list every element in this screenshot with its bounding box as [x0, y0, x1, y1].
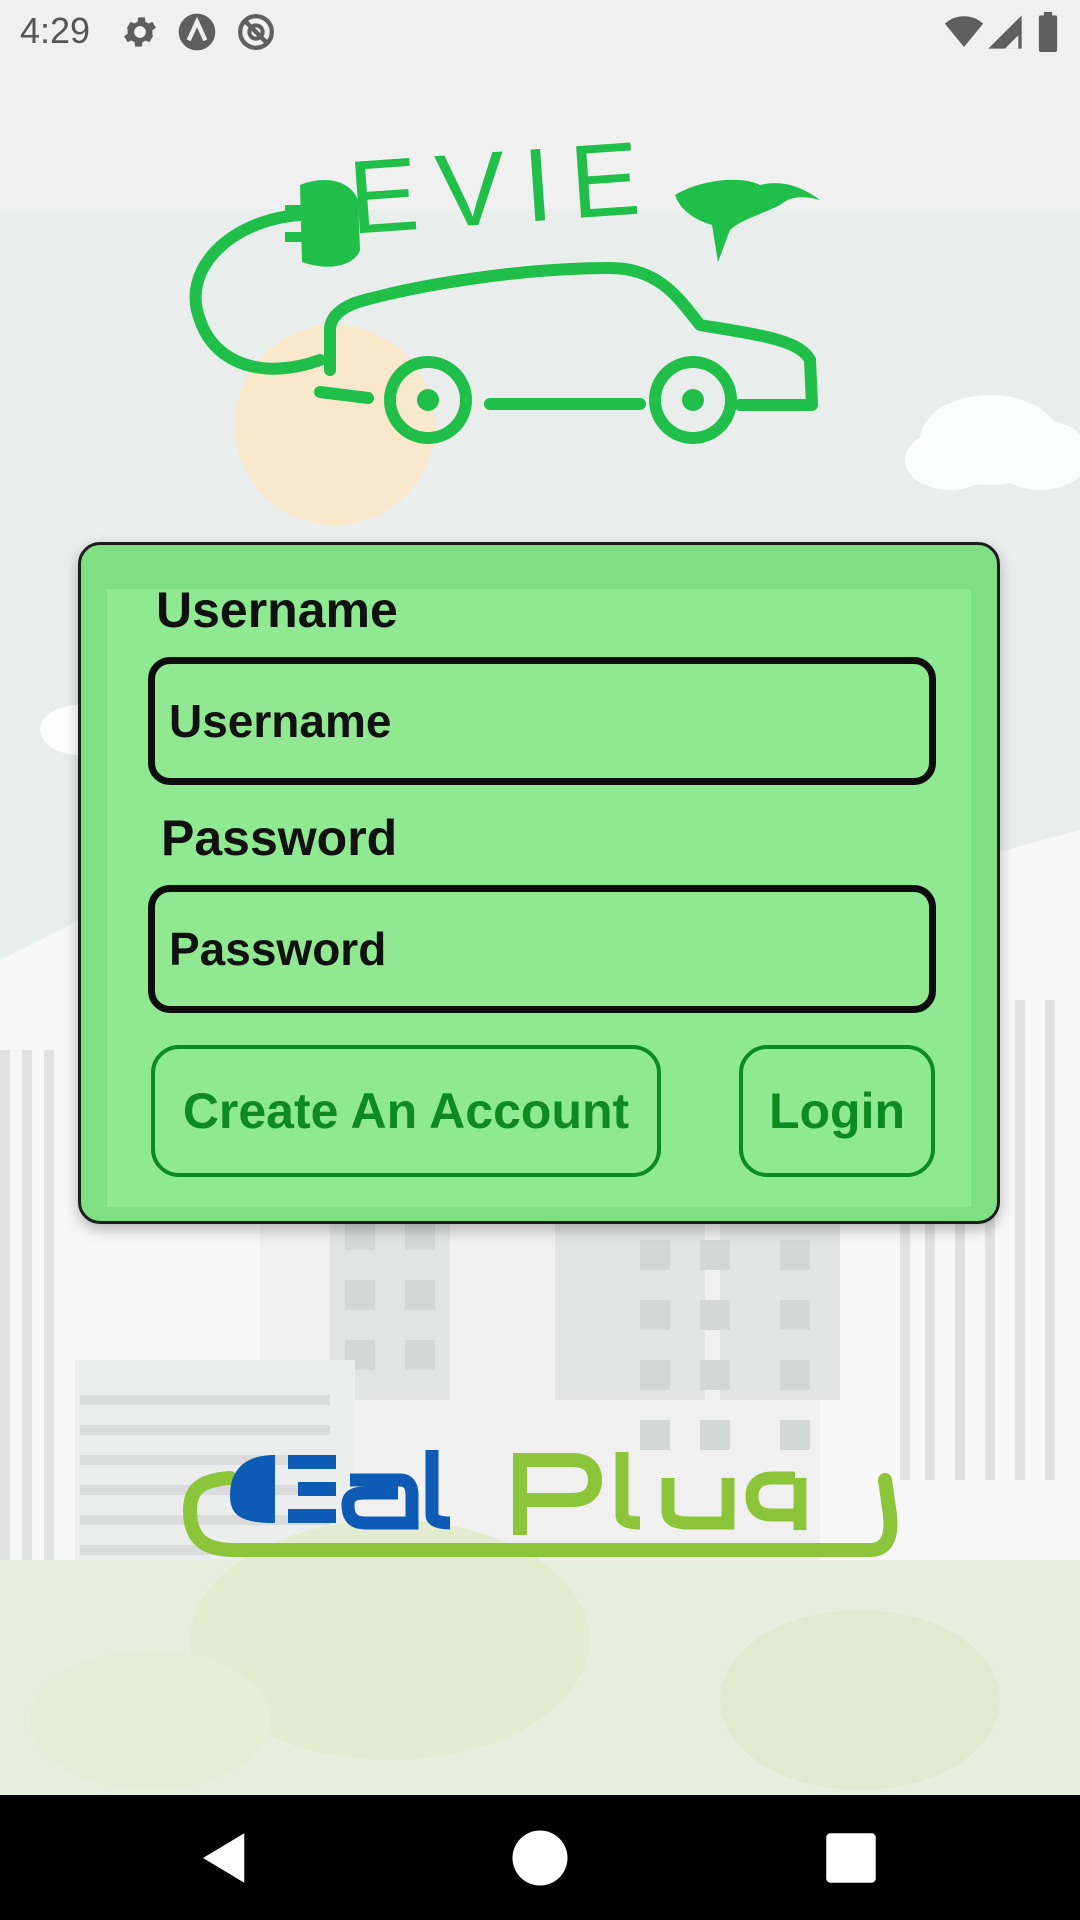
login-button[interactable]: Login — [739, 1045, 935, 1177]
create-account-button[interactable]: Create An Account — [151, 1045, 661, 1177]
gear-icon — [124, 17, 156, 47]
status-time: 4:29 — [20, 10, 91, 51]
signal-icon — [988, 15, 1022, 49]
password-label: Password — [161, 810, 398, 866]
login-card: Username Username Password Password Crea… — [78, 542, 1000, 1224]
username-label: Username — [156, 582, 398, 638]
battery-icon — [1038, 12, 1058, 52]
login-screen: 4:29 EVIE Username Username Password Pas… — [0, 0, 1080, 1920]
username-input[interactable]: Username — [148, 657, 936, 785]
status-bar: 4:29 — [0, 0, 1080, 64]
password-input[interactable]: Password — [148, 885, 936, 1013]
recents-icon[interactable] — [818, 1825, 884, 1891]
evie-logo-text: EVIE — [345, 119, 662, 257]
navigation-bar — [0, 1795, 1080, 1920]
back-icon[interactable] — [192, 1825, 258, 1891]
wifi-icon — [944, 16, 984, 47]
dealplug-logo — [182, 1450, 898, 1557]
home-icon[interactable] — [507, 1825, 573, 1891]
a-circle-icon — [178, 13, 216, 51]
no-sim-icon — [238, 14, 274, 50]
